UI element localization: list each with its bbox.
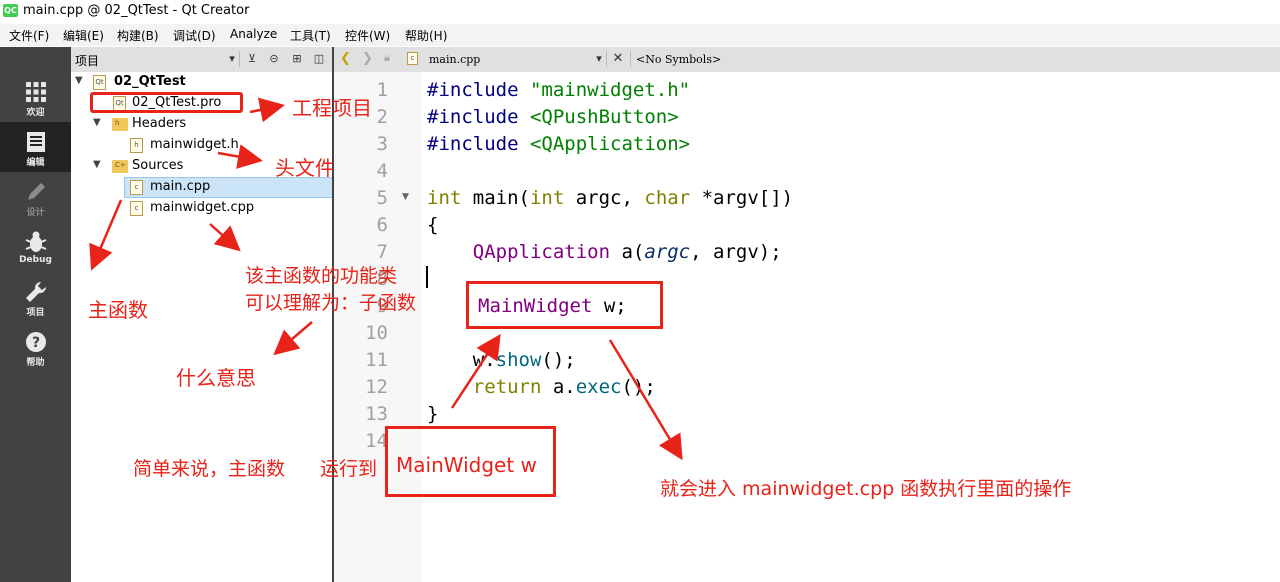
annotation-enter: 就会进入 mainwidget.cpp 函数执行里面的操作	[660, 478, 1072, 500]
annotation-class-1: 该主函数的功能类	[245, 265, 398, 287]
annotation-arrows	[89, 97, 683, 461]
annotation-run-to: 运行到	[320, 458, 378, 480]
arrow-main	[89, 199, 123, 271]
arrow-mainwidget-cpp	[209, 223, 241, 252]
arrow-header	[217, 144, 263, 169]
arrow-enter	[608, 339, 683, 461]
annotation-project: 工程项目	[292, 96, 372, 120]
annotation-main: 主函数	[88, 298, 148, 322]
annotation-header: 头文件	[275, 156, 335, 180]
annotation-simple: 简单来说，主函数	[133, 458, 286, 480]
annotation-meaning: 什么意思	[176, 366, 256, 390]
annotation-class-2: 可以理解为：子函数	[245, 292, 417, 314]
arrow-what-meaning	[273, 321, 313, 356]
arrow-to-mainwidget	[450, 333, 501, 409]
annotation-boxed: MainWidget w	[396, 453, 537, 477]
arrow-project	[249, 97, 285, 123]
